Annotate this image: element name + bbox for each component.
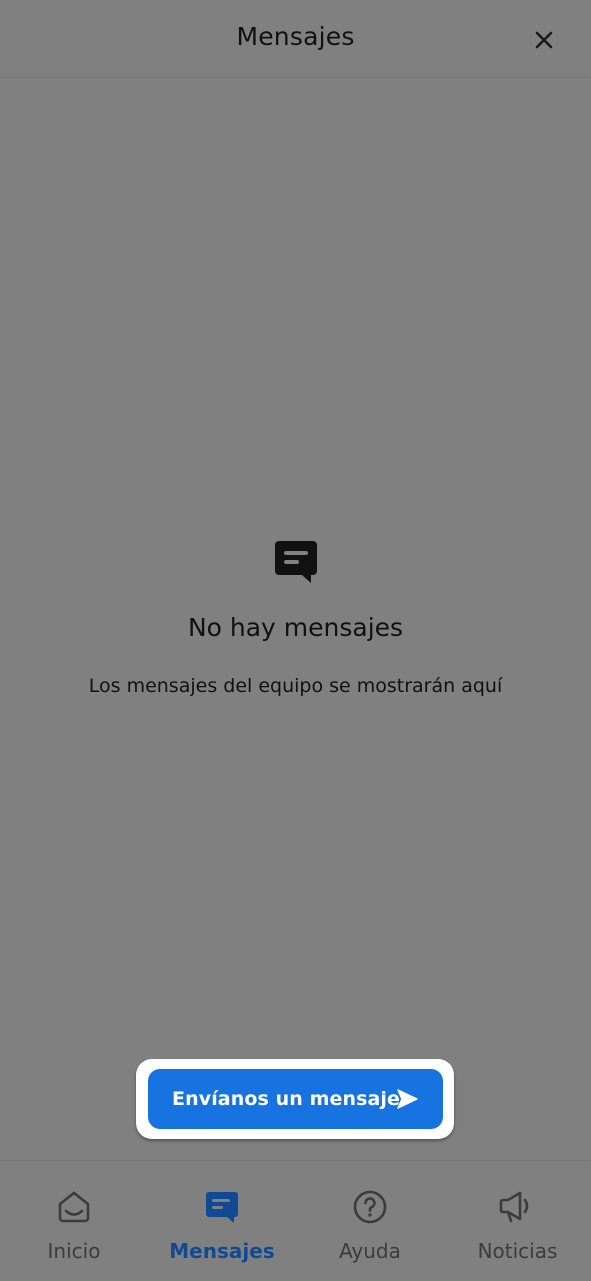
empty-state-subtitle: Los mensajes del equipo se mostrarán aqu… [88, 675, 503, 697]
help-icon [353, 1190, 387, 1224]
tab-label-mensajes: Mensajes [169, 1239, 275, 1263]
send-message-label: Envíanos un mensaje [172, 1088, 401, 1110]
tab-inicio[interactable]: Inicio [0, 1161, 148, 1281]
tab-label-noticias: Noticias [477, 1239, 558, 1263]
send-icon [397, 1089, 418, 1109]
send-message-button[interactable]: Envíanos un mensaje [148, 1069, 443, 1129]
megaphone-icon [499, 1191, 529, 1223]
close-icon [535, 31, 553, 49]
empty-state-title: No hay mensajes [187, 613, 404, 642]
tab-label-ayuda: Ayuda [339, 1239, 401, 1263]
message-icon [275, 541, 317, 583]
home-icon [58, 1191, 90, 1223]
tab-label-inicio: Inicio [47, 1239, 101, 1263]
message-icon [206, 1192, 238, 1223]
header: Mensajes [0, 0, 591, 78]
page-title: Mensajes [236, 22, 355, 51]
bottom-tab-bar: Inicio Mensajes Ayuda Noticias [0, 1160, 591, 1280]
tab-noticias[interactable]: Noticias [444, 1161, 591, 1281]
close-button[interactable] [528, 24, 560, 56]
tab-ayuda[interactable]: Ayuda [296, 1161, 444, 1281]
tab-mensajes[interactable]: Mensajes [148, 1161, 296, 1281]
